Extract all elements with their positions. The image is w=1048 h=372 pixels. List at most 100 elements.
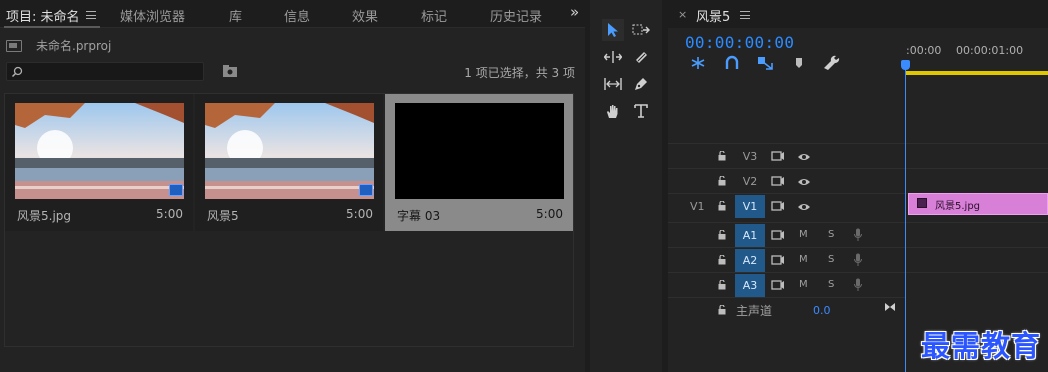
track-lane-a1[interactable] [906, 222, 1048, 247]
pen-tool[interactable] [630, 73, 652, 95]
search-input[interactable] [6, 62, 204, 81]
solo-button[interactable]: S [828, 254, 834, 265]
snap-icon[interactable] [723, 55, 741, 71]
lock-icon[interactable] [718, 176, 726, 186]
mute-button[interactable]: M [799, 229, 808, 240]
source-patch-v1[interactable]: V1 [690, 200, 705, 213]
clip-duration: 5:00 [156, 207, 183, 221]
track-lane-a3[interactable] [906, 272, 1048, 297]
track-target-v2[interactable]: V2 [735, 170, 765, 193]
ripple-edit-icon [604, 51, 622, 63]
solo-button[interactable]: S [828, 279, 834, 290]
track-select-icon [632, 24, 650, 35]
tab-media-browser[interactable]: 媒体浏览器 [120, 6, 185, 25]
lock-icon[interactable] [718, 151, 726, 161]
nest-icon[interactable] [689, 55, 707, 71]
lock-icon[interactable] [718, 230, 726, 240]
selection-tool[interactable] [602, 19, 624, 41]
type-tool[interactable] [630, 100, 652, 122]
eye-icon[interactable] [797, 152, 811, 162]
tab-sequence[interactable]: 风景5 [696, 6, 730, 25]
watermark-logo: 最需教育 [921, 329, 1042, 363]
track-target-v3[interactable]: V3 [735, 145, 765, 168]
track-lane-a2[interactable] [906, 247, 1048, 272]
sync-lock-icon[interactable] [771, 254, 785, 266]
lock-icon[interactable] [718, 255, 726, 265]
track-header-v1: V1 V1 [668, 193, 905, 218]
track-lane-v3[interactable] [906, 143, 1048, 168]
clip-item[interactable]: 风景5 5:00 [195, 94, 383, 231]
microphone-icon[interactable] [854, 253, 862, 267]
sync-lock-icon[interactable] [771, 175, 785, 187]
sequence-badge-icon [359, 184, 373, 196]
mute-button[interactable]: M [799, 254, 808, 265]
lock-icon[interactable] [718, 280, 726, 290]
playhead-line[interactable] [905, 66, 906, 372]
track-target-a1[interactable]: A1 [735, 224, 765, 247]
tools-panel [590, 0, 662, 372]
sync-lock-icon[interactable] [771, 229, 785, 241]
track-header-v2: V2 [668, 168, 905, 193]
track-select-tool[interactable] [630, 19, 652, 41]
tab-project[interactable]: 项目: 未命名 [6, 6, 80, 25]
lock-icon[interactable] [718, 305, 726, 315]
tab-history[interactable]: 历史记录 [490, 6, 542, 25]
playhead-timecode[interactable]: 00:00:00:00 [685, 33, 794, 52]
clip-item[interactable]: 风景5.jpg 5:00 [5, 94, 193, 231]
sync-lock-icon[interactable] [771, 200, 785, 212]
tab-libraries[interactable]: 库 [229, 6, 242, 25]
microphone-icon[interactable] [854, 228, 862, 242]
track-target-v1[interactable]: V1 [735, 195, 765, 218]
track-header-a2: A2 M S [668, 247, 905, 272]
track-target-a3[interactable]: A3 [735, 274, 765, 297]
track-target-a2[interactable]: A2 [735, 249, 765, 272]
clip-item[interactable]: 字幕 03 5:00 [385, 94, 573, 231]
slip-icon [604, 78, 622, 90]
ripple-edit-tool[interactable] [602, 46, 624, 68]
work-area-bar[interactable] [905, 71, 1048, 75]
clip-duration: 5:00 [346, 207, 373, 221]
new-bin-icon[interactable] [222, 64, 238, 78]
track-header-v3: V3 [668, 143, 905, 168]
project-file-name: 未命名.prproj [36, 39, 112, 53]
panel-menu-icon[interactable] [740, 11, 750, 19]
ruler-label: :00:00 [906, 44, 942, 57]
hand-icon [607, 105, 618, 118]
playhead-handle[interactable] [901, 60, 910, 70]
ruler-label: 00:00:01:00 [956, 44, 1024, 57]
panel-menu-icon[interactable] [86, 11, 96, 19]
bin-icon-view: 风景5.jpg 5:00 风景5 5:00 字幕 03 5:00 [4, 93, 574, 347]
wrench-icon[interactable] [823, 55, 841, 71]
tab-markers[interactable]: 标记 [421, 6, 447, 25]
tabs-overflow-icon[interactable]: » [570, 3, 579, 21]
add-marker-icon[interactable] [790, 55, 808, 71]
razor-tool[interactable] [630, 46, 652, 68]
image-badge-icon [169, 184, 183, 196]
selection-arrow-icon [608, 23, 618, 37]
pen-icon [635, 78, 647, 90]
mute-button[interactable]: M [799, 279, 808, 290]
linked-selection-icon[interactable] [756, 55, 774, 71]
selection-status: 1 项已选择，共 3 项 [464, 66, 575, 80]
lock-icon[interactable] [718, 201, 726, 211]
tab-effects[interactable]: 效果 [352, 6, 378, 25]
sync-lock-icon[interactable] [771, 279, 785, 291]
master-volume-value[interactable]: 0.0 [813, 304, 831, 317]
solo-button[interactable]: S [828, 229, 834, 240]
clip-name: 字幕 03 [397, 209, 441, 223]
tab-info[interactable]: 信息 [284, 6, 310, 25]
go-to-out-icon[interactable] [884, 302, 896, 312]
eye-icon[interactable] [797, 177, 811, 187]
slip-tool[interactable] [602, 73, 624, 95]
project-tab-bar: 项目: 未命名 媒体浏览器 库 信息 效果 标记 历史记录 » [0, 0, 585, 28]
sync-lock-icon[interactable] [771, 150, 785, 162]
close-icon[interactable]: × [678, 8, 687, 21]
eye-icon[interactable] [797, 202, 811, 212]
search-icon [11, 66, 23, 78]
timeline-clip-name: 风景5.jpg [935, 201, 981, 212]
project-panel: 项目: 未命名 媒体浏览器 库 信息 效果 标记 历史记录 » 未命名.prpr… [0, 0, 585, 372]
timeline-clip[interactable]: 风景5.jpg [908, 193, 1048, 215]
hand-tool[interactable] [602, 100, 624, 122]
track-lane-v2[interactable] [906, 168, 1048, 193]
microphone-icon[interactable] [854, 278, 862, 292]
